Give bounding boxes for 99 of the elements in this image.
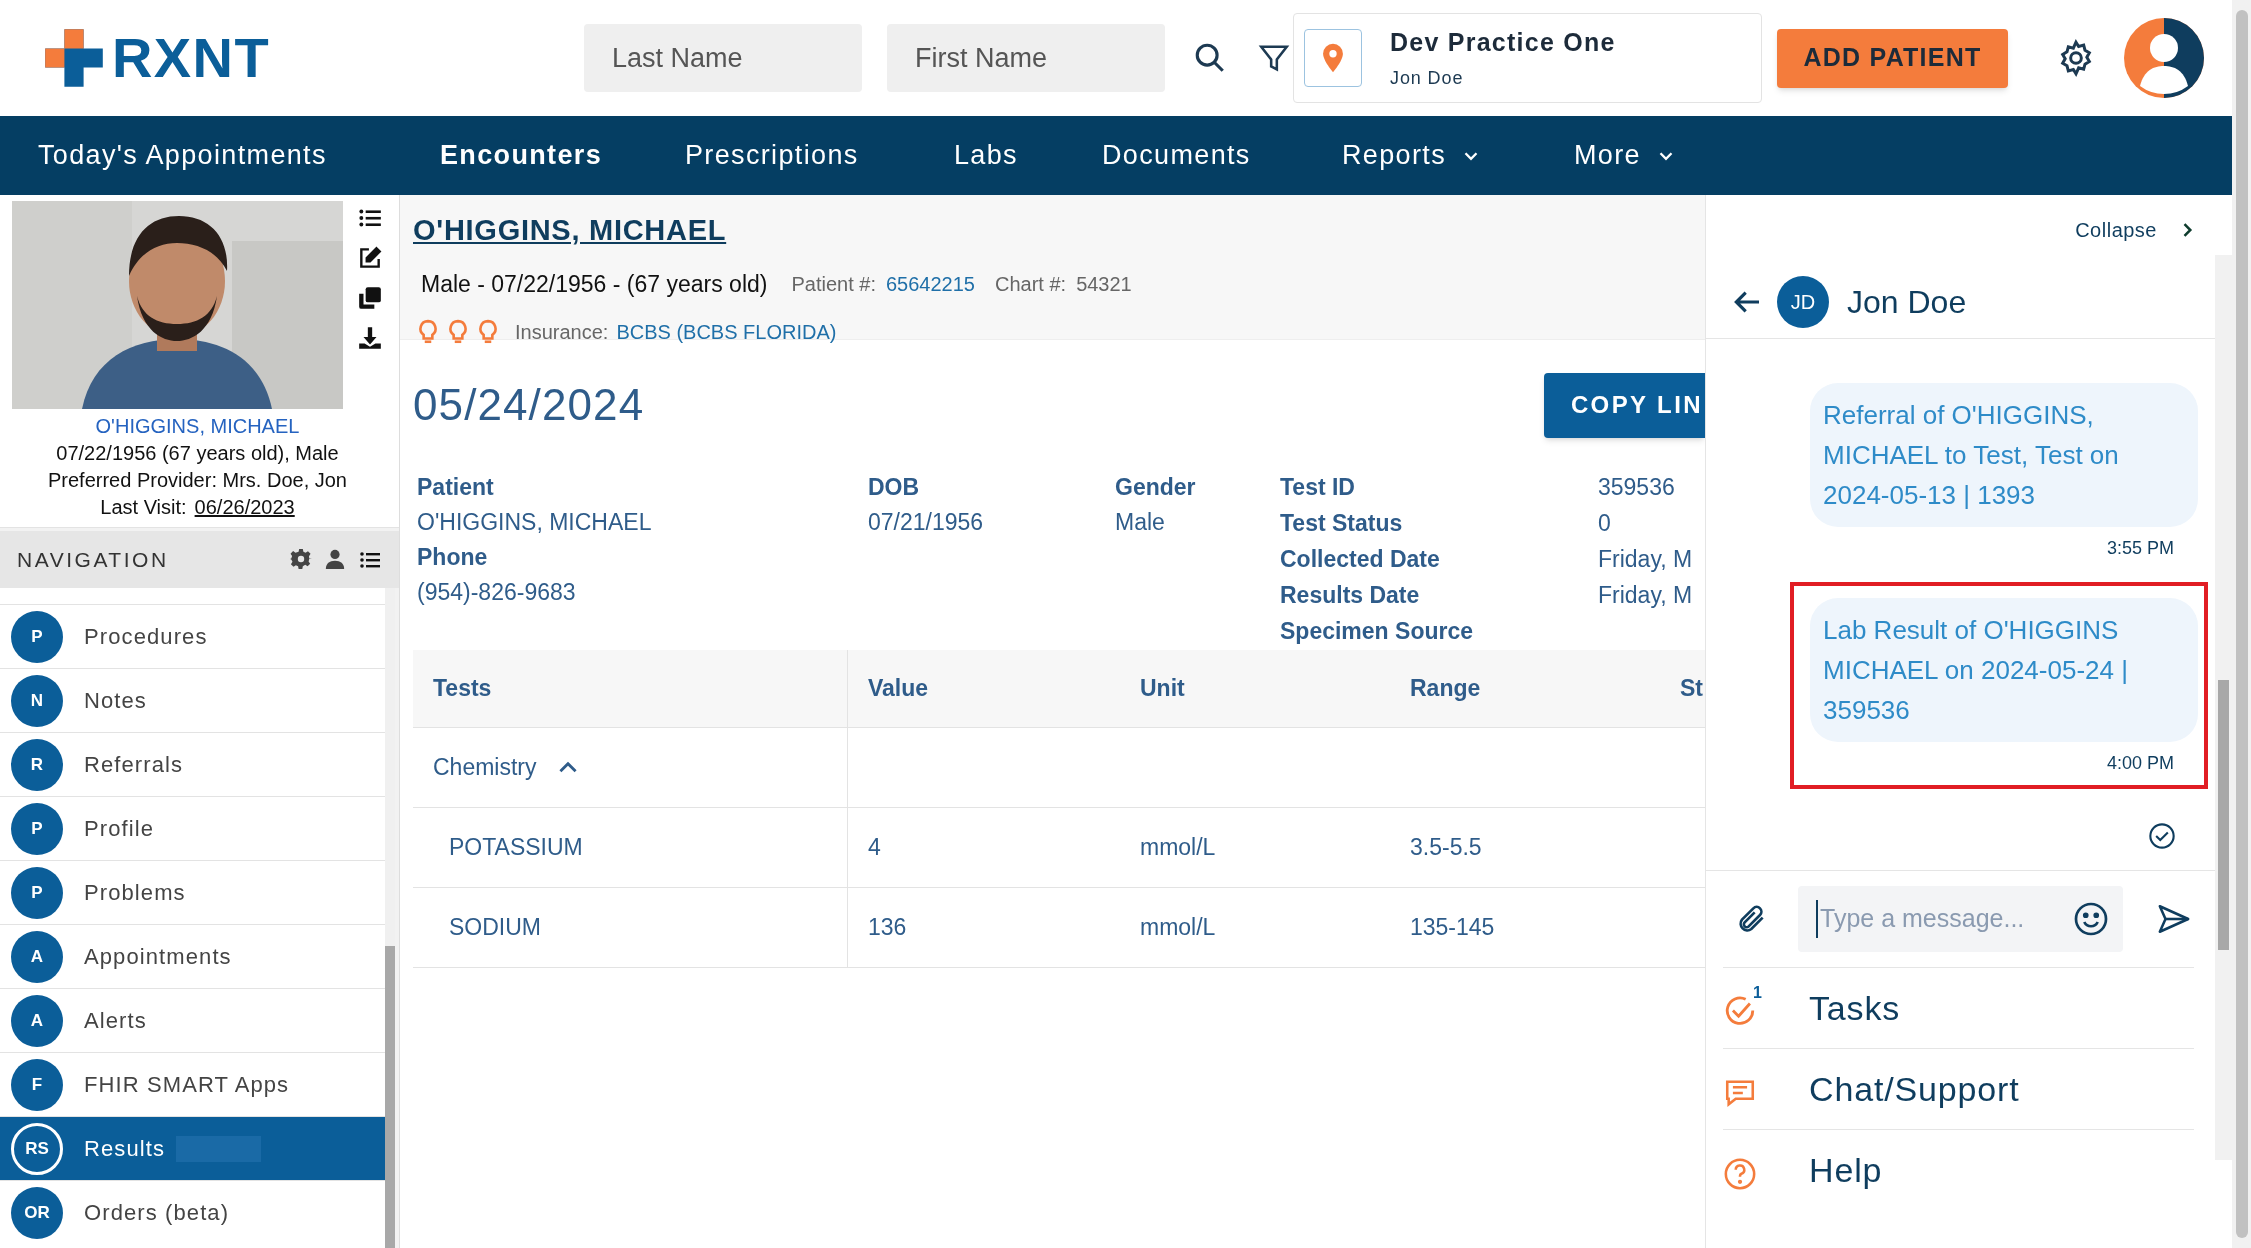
nav-tab[interactable]: More [1574, 116, 1774, 195]
message-time: 3:55 PM [2106, 537, 2174, 560]
practice-name: Dev Practice One [1390, 26, 1616, 58]
navigation-item[interactable]: RS Results [0, 1116, 385, 1180]
patient-number-label: Patient #: [791, 271, 876, 297]
initials-badge: RS [11, 1122, 63, 1175]
field-value: Male [1115, 508, 1165, 537]
search-icon[interactable] [1193, 41, 1227, 75]
side-link[interactable]: Help [1723, 1129, 2194, 1210]
message-time: 4:00 PM [2106, 752, 2174, 775]
emoji-icon[interactable] [2073, 901, 2109, 937]
send-icon[interactable] [2157, 902, 2191, 936]
field-label: Collected Date [1280, 545, 1440, 574]
nav-tab[interactable]: Prescriptions [685, 116, 954, 195]
patient-name-link[interactable]: O'HIGGINS, MICHAEL [413, 209, 727, 253]
logo-text: RXNT [112, 25, 271, 91]
scrollbar-thumb[interactable] [385, 946, 395, 1248]
nav-tab[interactable]: Encounters [440, 116, 685, 195]
field-label: Gender [1115, 473, 1196, 502]
table-cell-text: 4 [868, 833, 881, 863]
initials-badge: A [11, 930, 63, 983]
chart-number: 54321 [1076, 271, 1132, 297]
initials-badge: P [11, 866, 63, 919]
nav-tab[interactable]: Reports [1342, 116, 1574, 195]
person-icon[interactable] [324, 547, 346, 570]
help-icon [1723, 1157, 1757, 1191]
scrollbar-thumb[interactable] [2235, 10, 2248, 1238]
collapse-button[interactable]: Collapse [2075, 215, 2197, 245]
initials-badge: P [11, 802, 63, 855]
field-label: Phone [417, 543, 488, 572]
table-cell-text: mmol/L [1140, 833, 1216, 863]
initials-badge: P [11, 610, 63, 663]
column-header: St [1680, 674, 1703, 704]
contact-name: Jon Doe [1847, 282, 1967, 322]
side-link[interactable]: Chat/Support [1723, 1048, 2194, 1129]
add-patient-button[interactable]: ADD PATIENT [1777, 28, 2008, 88]
group-name: Chemistry [433, 753, 537, 783]
patient-summary: Male - 07/22/1956 - (67 years old) [421, 269, 768, 299]
nav-tab[interactable]: Labs [954, 116, 1102, 195]
table-cell-text: mmol/L [1140, 913, 1216, 943]
field-label: DOB [868, 473, 920, 502]
initials-badge: R [11, 738, 63, 791]
patient-number: 65642215 [886, 271, 975, 297]
practice-user: Jon Doe [1390, 67, 1465, 91]
field-label: Specimen Source [1280, 617, 1474, 646]
field-value: 0 [1598, 509, 1611, 538]
table-cell-text: 135-145 [1410, 913, 1495, 943]
column-header: Tests [433, 674, 492, 704]
nav-tab[interactable]: Today's Appointments [38, 116, 440, 195]
download-icon[interactable] [357, 325, 383, 351]
edit-icon[interactable] [357, 245, 383, 271]
count-label: 1 [1753, 983, 1763, 1003]
column-header: Unit [1140, 674, 1185, 704]
table-cell-text: 3.5-5.5 [1410, 833, 1482, 863]
message-bubble: Referral of O'HIGGINS, MICHAEL to Test, Test on 2024-05-13 | 1393 [1810, 383, 2198, 527]
first-name-field[interactable]: First Name [887, 24, 1165, 92]
practice-selector[interactable]: Dev Practice One Jon Doe [1293, 13, 1762, 103]
last-name-field[interactable]: Last Name [584, 24, 862, 92]
patient-name[interactable]: O'HIGGINS, MICHAEL [95, 413, 300, 440]
field-label: Patient [417, 473, 494, 502]
insurance-label: Insurance: [515, 320, 609, 345]
check-circle-icon [2148, 821, 2176, 850]
table-cell-text: POTASSIUM [449, 833, 583, 863]
patient-details: 07/22/1956 (67 years old), Male [56, 441, 339, 466]
field-value: Friday, M [1598, 545, 1693, 574]
field-label: Results Date [1280, 581, 1420, 610]
field-label: Test Status [1280, 509, 1403, 538]
copy-icon[interactable] [357, 285, 383, 311]
column-header: Range [1410, 674, 1481, 704]
field-value: 07/21/1956 [868, 508, 984, 537]
message-bubble: Lab Result of O'HIGGINS MICHAEL on 2024-05-24 | 359536 [1810, 598, 2198, 742]
message-field[interactable]: Type a message... [1798, 886, 2123, 952]
logo-icon [42, 26, 106, 90]
table-cell-text: SODIUM [449, 913, 541, 943]
settings-icon[interactable] [290, 547, 312, 570]
field-value: Friday, M [1598, 581, 1693, 610]
side-link[interactable]: 1 Tasks [1723, 967, 2194, 1048]
field-value: 359536 [1598, 473, 1675, 502]
avatar-icon[interactable] [2124, 18, 2204, 98]
navigation-header: NAVIGATION [0, 531, 399, 588]
nav-tab[interactable]: Documents [1102, 116, 1342, 195]
chart-number-label: Chart #: [994, 271, 1067, 297]
field-label: Test ID [1280, 473, 1355, 502]
initials-badge: N [11, 674, 63, 727]
scrollbar-thumb[interactable] [2218, 680, 2229, 950]
contact-avatar: JD [1777, 275, 1829, 328]
initials-badge: A [11, 994, 63, 1047]
field-value: (954)-826-9683 [417, 578, 576, 607]
copy-link-button[interactable]: COPY LIN [1543, 372, 1705, 438]
insurance-value: BCBS (BCBS FLORIDA) [616, 320, 837, 345]
table-cell-text: 136 [868, 913, 907, 943]
result-date: 05/24/2024 [413, 379, 645, 431]
initials-badge: F [11, 1058, 63, 1111]
last-visit-link[interactable]: 06/26/2023 [194, 494, 295, 521]
preferred-provider: Preferred Provider: Mrs. Doe, Jon [48, 468, 347, 493]
column-header: Value [868, 674, 929, 704]
last-visit-label: Last Visit: [100, 495, 187, 520]
field-value: O'HIGGINS, MICHAEL [417, 508, 652, 537]
initials-badge: OR [11, 1186, 63, 1239]
